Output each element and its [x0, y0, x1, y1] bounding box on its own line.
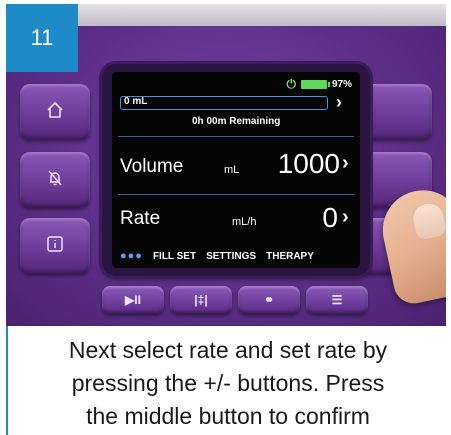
instruction-caption: Next select rate and set rate by pressin… — [12, 334, 444, 433]
divider — [118, 194, 354, 195]
rate-chevron-icon: › — [342, 206, 349, 228]
caption-line: pressing the +/- buttons. Press — [71, 370, 385, 396]
link-icon: ⚭ — [263, 293, 275, 307]
pump-display: ⏻ 97% 0 mL › 0h 00m Remaining Volume mL … — [112, 72, 360, 268]
time-remaining: 0h 00m Remaining — [192, 116, 281, 127]
infusion-progress-bar: 0 mL — [120, 96, 328, 110]
caption-line: Next select rate and set rate by — [68, 337, 388, 363]
more-dots-icon[interactable]: ●●● — [120, 250, 143, 262]
divider — [118, 136, 354, 137]
rate-value: 0 — [322, 202, 338, 233]
volume-value: 1000 — [277, 148, 340, 179]
progress-label: 0 mL — [124, 96, 148, 107]
home-button[interactable] — [20, 84, 90, 140]
volume-unit: mL — [224, 164, 240, 176]
rate-unit: mL/h — [232, 216, 257, 228]
bell-off-icon — [45, 168, 65, 193]
battery-icon — [300, 79, 330, 89]
caption-line: the middle button to confirm — [86, 403, 370, 429]
alarm-silence-button[interactable] — [20, 152, 90, 208]
play-pause-button[interactable]: ▶II — [102, 286, 164, 314]
prime-icon: |‡| — [194, 293, 208, 307]
status-bar: ⏻ 97% — [286, 78, 352, 90]
list-button[interactable]: ☰ — [306, 286, 368, 314]
instruction-card: ⏻ 97% 0 mL › 0h 00m Remaining Volume mL … — [0, 0, 451, 435]
prime-button[interactable]: |‡| — [170, 286, 232, 314]
info-button[interactable] — [20, 218, 90, 274]
menu-settings[interactable]: SETTINGS — [206, 251, 256, 262]
caption-border — [6, 326, 8, 435]
link-button[interactable]: ⚭ — [238, 286, 300, 314]
play-pause-icon: ▶II — [125, 293, 141, 307]
info-icon — [45, 234, 65, 259]
rate-label: Rate — [120, 208, 161, 229]
softkey-right-1[interactable] — [362, 84, 432, 140]
step-number-badge: 11 — [6, 4, 78, 72]
volume-label: Volume — [120, 156, 184, 177]
volume-chevron-icon: › — [342, 152, 349, 174]
menu-fill-set[interactable]: FILL SET — [153, 251, 196, 262]
progress-chevron-icon[interactable]: › — [336, 92, 342, 113]
battery-percent: 97% — [331, 78, 352, 90]
softkey-menu: ●●● FILL SET SETTINGS THERAPY — [120, 250, 314, 262]
list-icon: ☰ — [331, 293, 343, 307]
menu-therapy[interactable]: THERAPY — [266, 251, 314, 262]
plug-icon: ⏻ — [286, 77, 296, 91]
home-icon — [45, 100, 65, 125]
